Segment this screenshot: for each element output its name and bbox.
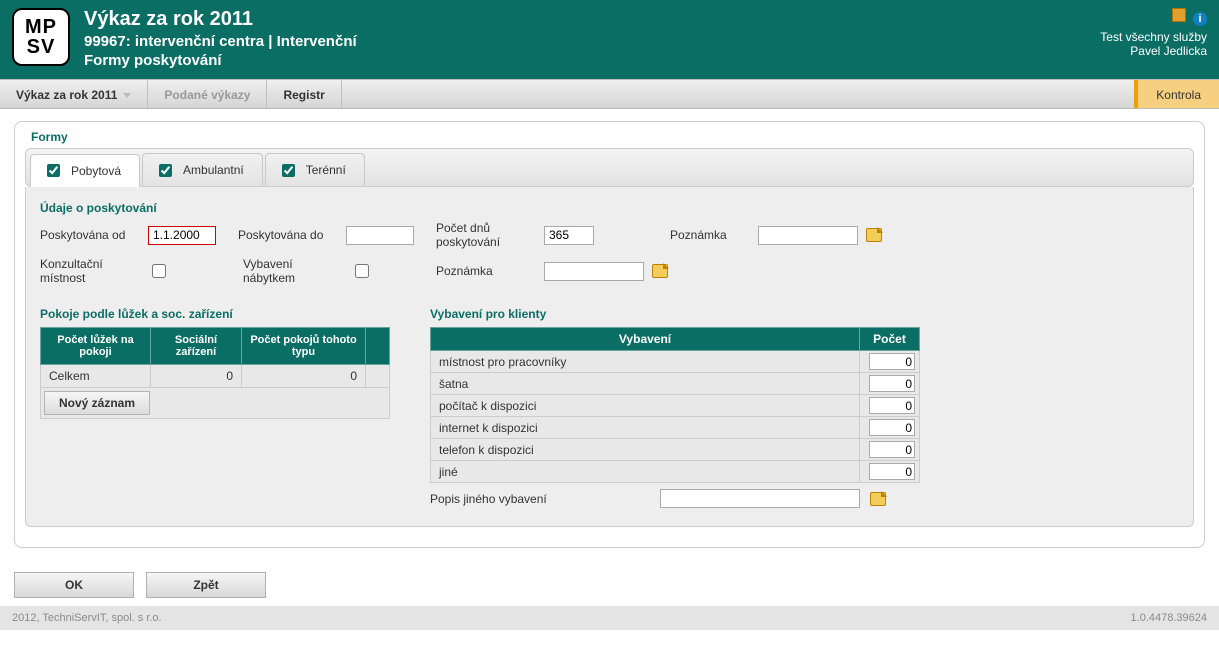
- vyb-row-label: telefon k dispozici: [431, 439, 860, 461]
- pozn-input[interactable]: [758, 226, 858, 245]
- pokoje-h3: Počet pokojů tohoto typu: [242, 328, 366, 365]
- pokoje-table: Počet lůžek na pokoji Sociální zařízení …: [40, 327, 390, 388]
- tab-pobytova[interactable]: Pobytová: [30, 154, 140, 187]
- new-record-button[interactable]: Nový záznam: [44, 391, 150, 415]
- do-label: Poskytována do: [238, 228, 338, 242]
- pokoje-row-celkem: Celkem 0 0: [41, 365, 390, 388]
- vybaveni-section: Vybavení pro klienty Vybavení Počet míst…: [430, 303, 920, 508]
- pozn2-label: Poznámka: [436, 264, 536, 278]
- dnu-label: Počet dnů poskytování: [436, 221, 536, 249]
- pokoje-h2: Sociální zařízení: [150, 328, 241, 365]
- vyb-h1: Vybavení: [431, 328, 860, 351]
- menu-vykaz[interactable]: Výkaz za rok 2011: [0, 80, 148, 108]
- table-row: jiné: [431, 461, 920, 483]
- vybaveni-check[interactable]: [355, 264, 369, 278]
- vyb-row-input[interactable]: [869, 441, 915, 458]
- note-icon[interactable]: [1172, 8, 1186, 22]
- celkem-v2: 0: [242, 365, 366, 388]
- table-row: počítač k dispozici: [431, 395, 920, 417]
- table-row: místnost pro pracovníky: [431, 351, 920, 373]
- page-subtitle: 99967: intervenční centra | Intervenční: [84, 33, 1100, 50]
- pozn-label: Poznámka: [670, 228, 750, 242]
- tab-pobytova-check[interactable]: [47, 164, 60, 177]
- group-udaje-title: Údaje o poskytování: [40, 201, 1179, 215]
- user-name: Pavel Jedlicka: [1100, 44, 1207, 58]
- popis-label: Popis jiného vybavení: [430, 492, 650, 506]
- pokoje-h4: [366, 328, 390, 365]
- tabstrip: Pobytová Ambulantní Terénní: [25, 148, 1194, 187]
- vyb-row-input[interactable]: [869, 463, 915, 480]
- footer: 2012, TechniServIT, spol. s r.o. 1.0.447…: [0, 606, 1219, 630]
- user-org: Test všechny služby: [1100, 30, 1207, 44]
- vyb-row-label: místnost pro pracovníky: [431, 351, 860, 373]
- note-edit-icon-2[interactable]: [652, 264, 668, 278]
- vyb-row-input[interactable]: [869, 353, 915, 370]
- celkem-label: Celkem: [41, 365, 151, 388]
- menu-registr[interactable]: Registr: [267, 80, 341, 108]
- vyb-row-label: jiné: [431, 461, 860, 483]
- tab-ambulantni[interactable]: Ambulantní: [142, 153, 263, 186]
- tab-ambulantni-check[interactable]: [159, 164, 172, 177]
- popis-input[interactable]: [660, 489, 860, 508]
- panel-formy: Formy Pobytová Ambulantní Terénní Údaje …: [14, 121, 1205, 548]
- menu-podane[interactable]: Podané výkazy: [148, 80, 267, 108]
- vyb-row-input[interactable]: [869, 375, 915, 392]
- header: MP SV Výkaz za rok 2011 99967: intervenč…: [0, 0, 1219, 79]
- note-edit-icon[interactable]: [866, 228, 882, 242]
- vyb-row-label: šatna: [431, 373, 860, 395]
- celkem-v1: 0: [150, 365, 241, 388]
- konzult-check[interactable]: [152, 264, 166, 278]
- panel-title: Formy: [31, 130, 1194, 144]
- page-subtitle2: Formy poskytování: [84, 52, 1100, 69]
- logo-text-top: MP: [25, 17, 57, 37]
- header-right: i Test všechny služby Pavel Jedlicka: [1100, 8, 1207, 69]
- konzult-label: Konzultační místnost: [40, 257, 140, 285]
- table-row: šatna: [431, 373, 920, 395]
- tab-terenni-check[interactable]: [282, 164, 295, 177]
- pokoje-title: Pokoje podle lůžek a soc. zařízení: [40, 307, 390, 321]
- table-row: internet k dispozici: [431, 417, 920, 439]
- bottom-buttons: OK Zpět: [0, 558, 1219, 606]
- pokoje-button-row: Nový záznam: [40, 388, 390, 419]
- header-text: Výkaz za rok 2011 99967: intervenční cen…: [84, 8, 1100, 69]
- vybaveni-title: Vybavení pro klienty: [430, 307, 920, 321]
- logo: MP SV: [12, 8, 70, 66]
- vyb-row-label: internet k dispozici: [431, 417, 860, 439]
- vyb-row-label: počítač k dispozici: [431, 395, 860, 417]
- footer-left: 2012, TechniServIT, spol. s r.o.: [12, 612, 162, 624]
- logo-text-bottom: SV: [27, 37, 56, 57]
- tab-terenni[interactable]: Terénní: [265, 153, 365, 186]
- table-row: telefon k dispozici: [431, 439, 920, 461]
- info-icon[interactable]: i: [1193, 12, 1207, 26]
- tab-terenni-label: Terénní: [306, 163, 346, 177]
- menubar: Výkaz za rok 2011 Podané výkazy Registr …: [0, 79, 1219, 109]
- do-input[interactable]: [346, 226, 414, 245]
- od-label: Poskytována od: [40, 228, 140, 242]
- tab-body: Údaje o poskytování Poskytována od Posky…: [25, 187, 1194, 527]
- ok-button[interactable]: OK: [14, 572, 134, 598]
- note-edit-icon-3[interactable]: [870, 492, 886, 506]
- pokoje-section: Pokoje podle lůžek a soc. zařízení Počet…: [40, 303, 390, 419]
- vyb-h2: Počet: [860, 328, 920, 351]
- tab-pobytova-label: Pobytová: [71, 164, 121, 178]
- vybaveni-table: Vybavení Počet místnost pro pracovníky š…: [430, 327, 920, 483]
- menu-kontrola[interactable]: Kontrola: [1134, 80, 1219, 108]
- pokoje-h1: Počet lůžek na pokoji: [41, 328, 151, 365]
- vybaveni-label: Vybavení nábytkem: [243, 257, 343, 285]
- vyb-row-input[interactable]: [869, 419, 915, 436]
- vyb-row-input[interactable]: [869, 397, 915, 414]
- back-button[interactable]: Zpět: [146, 572, 266, 598]
- dnu-input[interactable]: [544, 226, 594, 245]
- tab-ambulantni-label: Ambulantní: [183, 163, 244, 177]
- od-input[interactable]: [148, 226, 216, 245]
- page-title: Výkaz za rok 2011: [84, 8, 1100, 31]
- pozn2-input[interactable]: [544, 262, 644, 281]
- footer-right: 1.0.4478.39624: [1131, 612, 1207, 624]
